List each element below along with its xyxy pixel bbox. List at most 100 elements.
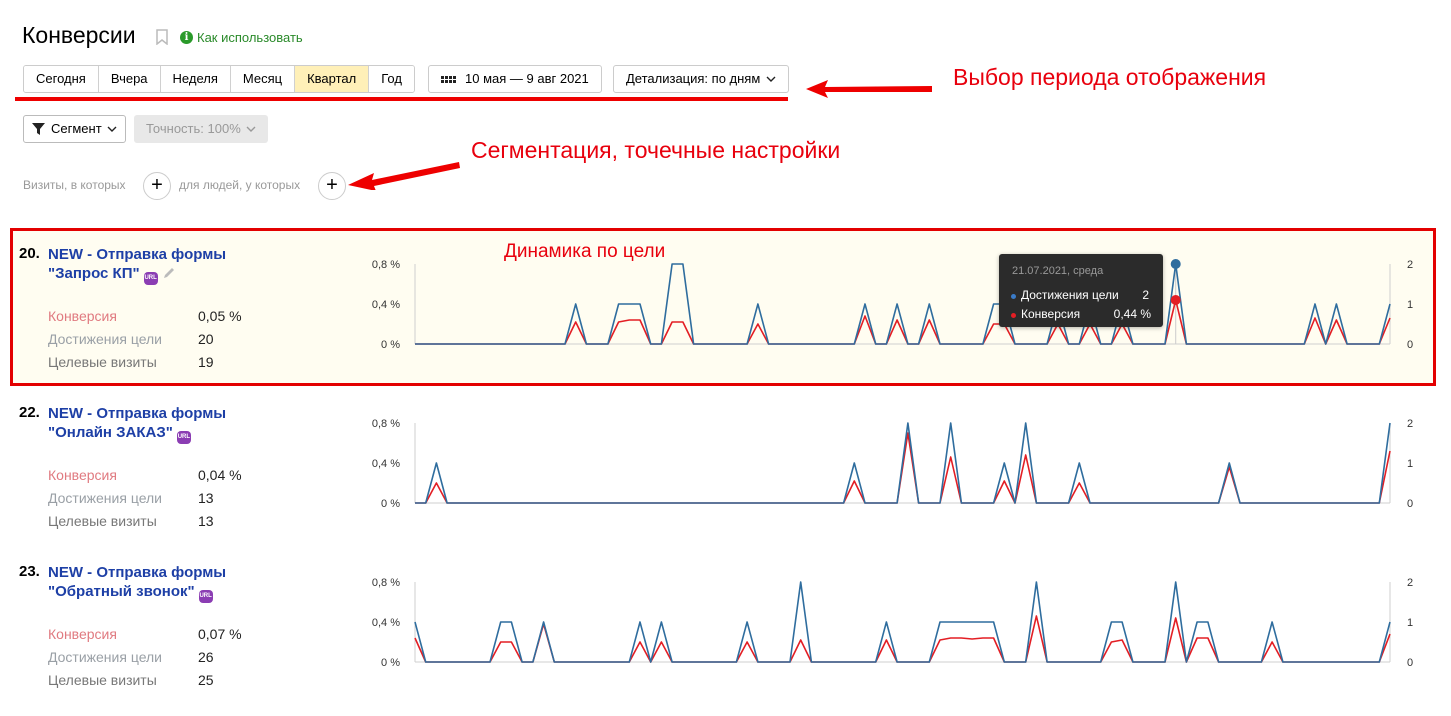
metric-label: Целевые визиты [48,513,157,529]
date-range-label: 10 мая — 9 авг 2021 [465,71,589,86]
metric-label: Достижения цели [48,331,163,347]
right-tick-label: 2 [1407,418,1413,430]
metric-label: Целевые визиты [48,354,157,370]
metric-label: Достижения цели [48,649,163,665]
tooltip-value: 2 [1142,288,1149,302]
metric-value: 19 [198,354,214,370]
detail-label: Детализация: по дням [626,71,761,86]
goal-name-line1: NEW - Отправка формы [48,246,227,263]
visits-filter-label: Визиты, в которых [23,178,126,192]
annotation-period: Выбор периода отображения [953,64,1267,90]
period-selector: Сегодня Вчера Неделя Месяц Квартал Год [23,65,415,93]
page-title: Конверсии [22,22,136,48]
metric-value: 0,04 % [198,467,242,483]
tooltip-date: 21.07.2021, среда [1012,265,1104,277]
right-tick-label: 0 [1407,657,1413,669]
how-to-use-label: Как использовать [197,30,303,45]
people-filter-label: для людей, у которых [179,178,301,192]
chart-tooltip: 21.07.2021, среда Достижения цели 2 Конв… [999,254,1163,327]
period-year-button[interactable]: Год [369,66,414,92]
chevron-down-icon [766,76,776,82]
add-visit-filter-button[interactable]: + [143,172,171,200]
period-month-button[interactable]: Месяц [230,66,296,92]
tooltip-row-conversion: Конверсия 0,44 % [1011,307,1151,323]
period-underline [15,97,788,101]
date-range-button[interactable]: 10 мая — 9 авг 2021 [428,65,602,93]
left-tick-label: 0,8 % [372,418,400,430]
precision-label: Точность: 100% [146,121,241,136]
metric-value: 26 [198,649,214,665]
legend-dot [1011,313,1016,318]
period-today-button[interactable]: Сегодня [24,66,99,92]
goal-chart[interactable]: 0,8 % 0,4 % 0 % 2 1 0 [355,414,1425,514]
metric-label: Достижения цели [48,490,163,506]
pencil-icon[interactable] [162,266,176,280]
bookmark-icon[interactable] [156,29,168,45]
tooltip-row-achievements: Достижения цели 2 [1011,288,1151,304]
goal-name-link[interactable]: NEW - Отправка формы "Обратный звонок" UR… [48,563,258,603]
metric-label: Конверсия [48,467,117,483]
goal-name-line1: NEW - Отправка формы [48,405,227,422]
right-tick-label: 2 [1407,577,1413,589]
right-tick-label: 1 [1407,458,1413,470]
chevron-down-icon [246,126,256,132]
left-tick-label: 0,8 % [372,577,400,589]
precision-dropdown[interactable]: Точность: 100% [134,115,268,143]
legend-dot [1011,294,1016,299]
period-quarter-button[interactable]: Квартал [295,66,370,92]
url-badge-icon: URL [176,431,191,444]
left-tick-label: 0,4 % [372,299,400,311]
goal-name-line2: "Запрос КП" [48,265,140,282]
right-tick-label: 1 [1407,617,1413,629]
chevron-down-icon [107,126,117,132]
goal-number: 23. [19,563,40,580]
arrow-left-icon [348,162,460,190]
goal-name-link[interactable]: NEW - Отправка формы "Запрос КП" URL [48,245,258,285]
how-to-use-link[interactable]: i Как использовать [180,30,303,45]
conversions-page: Конверсии i Как использовать Сегодня Вче… [0,0,1451,716]
left-tick-label: 0 % [381,657,400,669]
calendar-icon [441,75,456,83]
metric-value: 0,07 % [198,626,242,642]
left-tick-label: 0,4 % [372,617,400,629]
achievements-hover-point [1170,259,1181,269]
metric-label: Целевые визиты [48,672,157,688]
conversion-hover-point [1170,295,1181,305]
add-people-filter-button[interactable]: + [318,172,346,200]
annotation-segmentation: Сегментация, точечные настройки [471,137,841,163]
period-yesterday-button[interactable]: Вчера [98,66,161,92]
arrow-left-icon [806,80,932,98]
period-week-button[interactable]: Неделя [160,66,231,92]
url-badge-icon: URL [143,272,158,285]
segment-label: Сегмент [51,121,102,136]
goal-chart[interactable]: 0,8 % 0,4 % 0 % 2 1 0 [355,573,1425,673]
metric-value: 13 [198,490,214,506]
goal-name-line2: "Обратный звонок" [48,583,195,600]
detail-dropdown[interactable]: Детализация: по дням [613,65,790,93]
metric-value: 20 [198,331,214,347]
goal-number: 22. [19,404,40,421]
right-tick-label: 0 [1407,339,1413,351]
tooltip-label: Конверсия [1021,307,1081,321]
metric-value: 25 [198,672,214,688]
info-icon: i [180,31,193,44]
segment-button[interactable]: Сегмент [23,115,126,143]
achievements-series-line [415,422,1391,504]
tooltip-label: Достижения цели [1021,288,1119,302]
filter-icon [32,123,45,135]
goal-name-line2: "Онлайн ЗАКАЗ" [48,424,173,441]
goal-chart[interactable]: 0,8 % 0,4 % 0 % 2 1 0 [355,255,1425,355]
url-badge-icon: URL [198,590,213,603]
left-tick-label: 0,8 % [372,259,400,271]
metric-label: Конверсия [48,626,117,642]
goal-number: 20. [19,245,40,262]
metric-label: Конверсия [48,308,117,324]
left-tick-label: 0 % [381,339,400,351]
achievements-series-line [414,581,1391,663]
right-tick-label: 0 [1407,498,1413,510]
left-tick-label: 0 % [381,498,400,510]
right-tick-label: 2 [1407,259,1413,271]
goal-name-link[interactable]: NEW - Отправка формы "Онлайн ЗАКАЗ" URL [48,404,258,444]
metric-value: 13 [198,513,214,529]
conversion-series-line [414,615,1391,663]
